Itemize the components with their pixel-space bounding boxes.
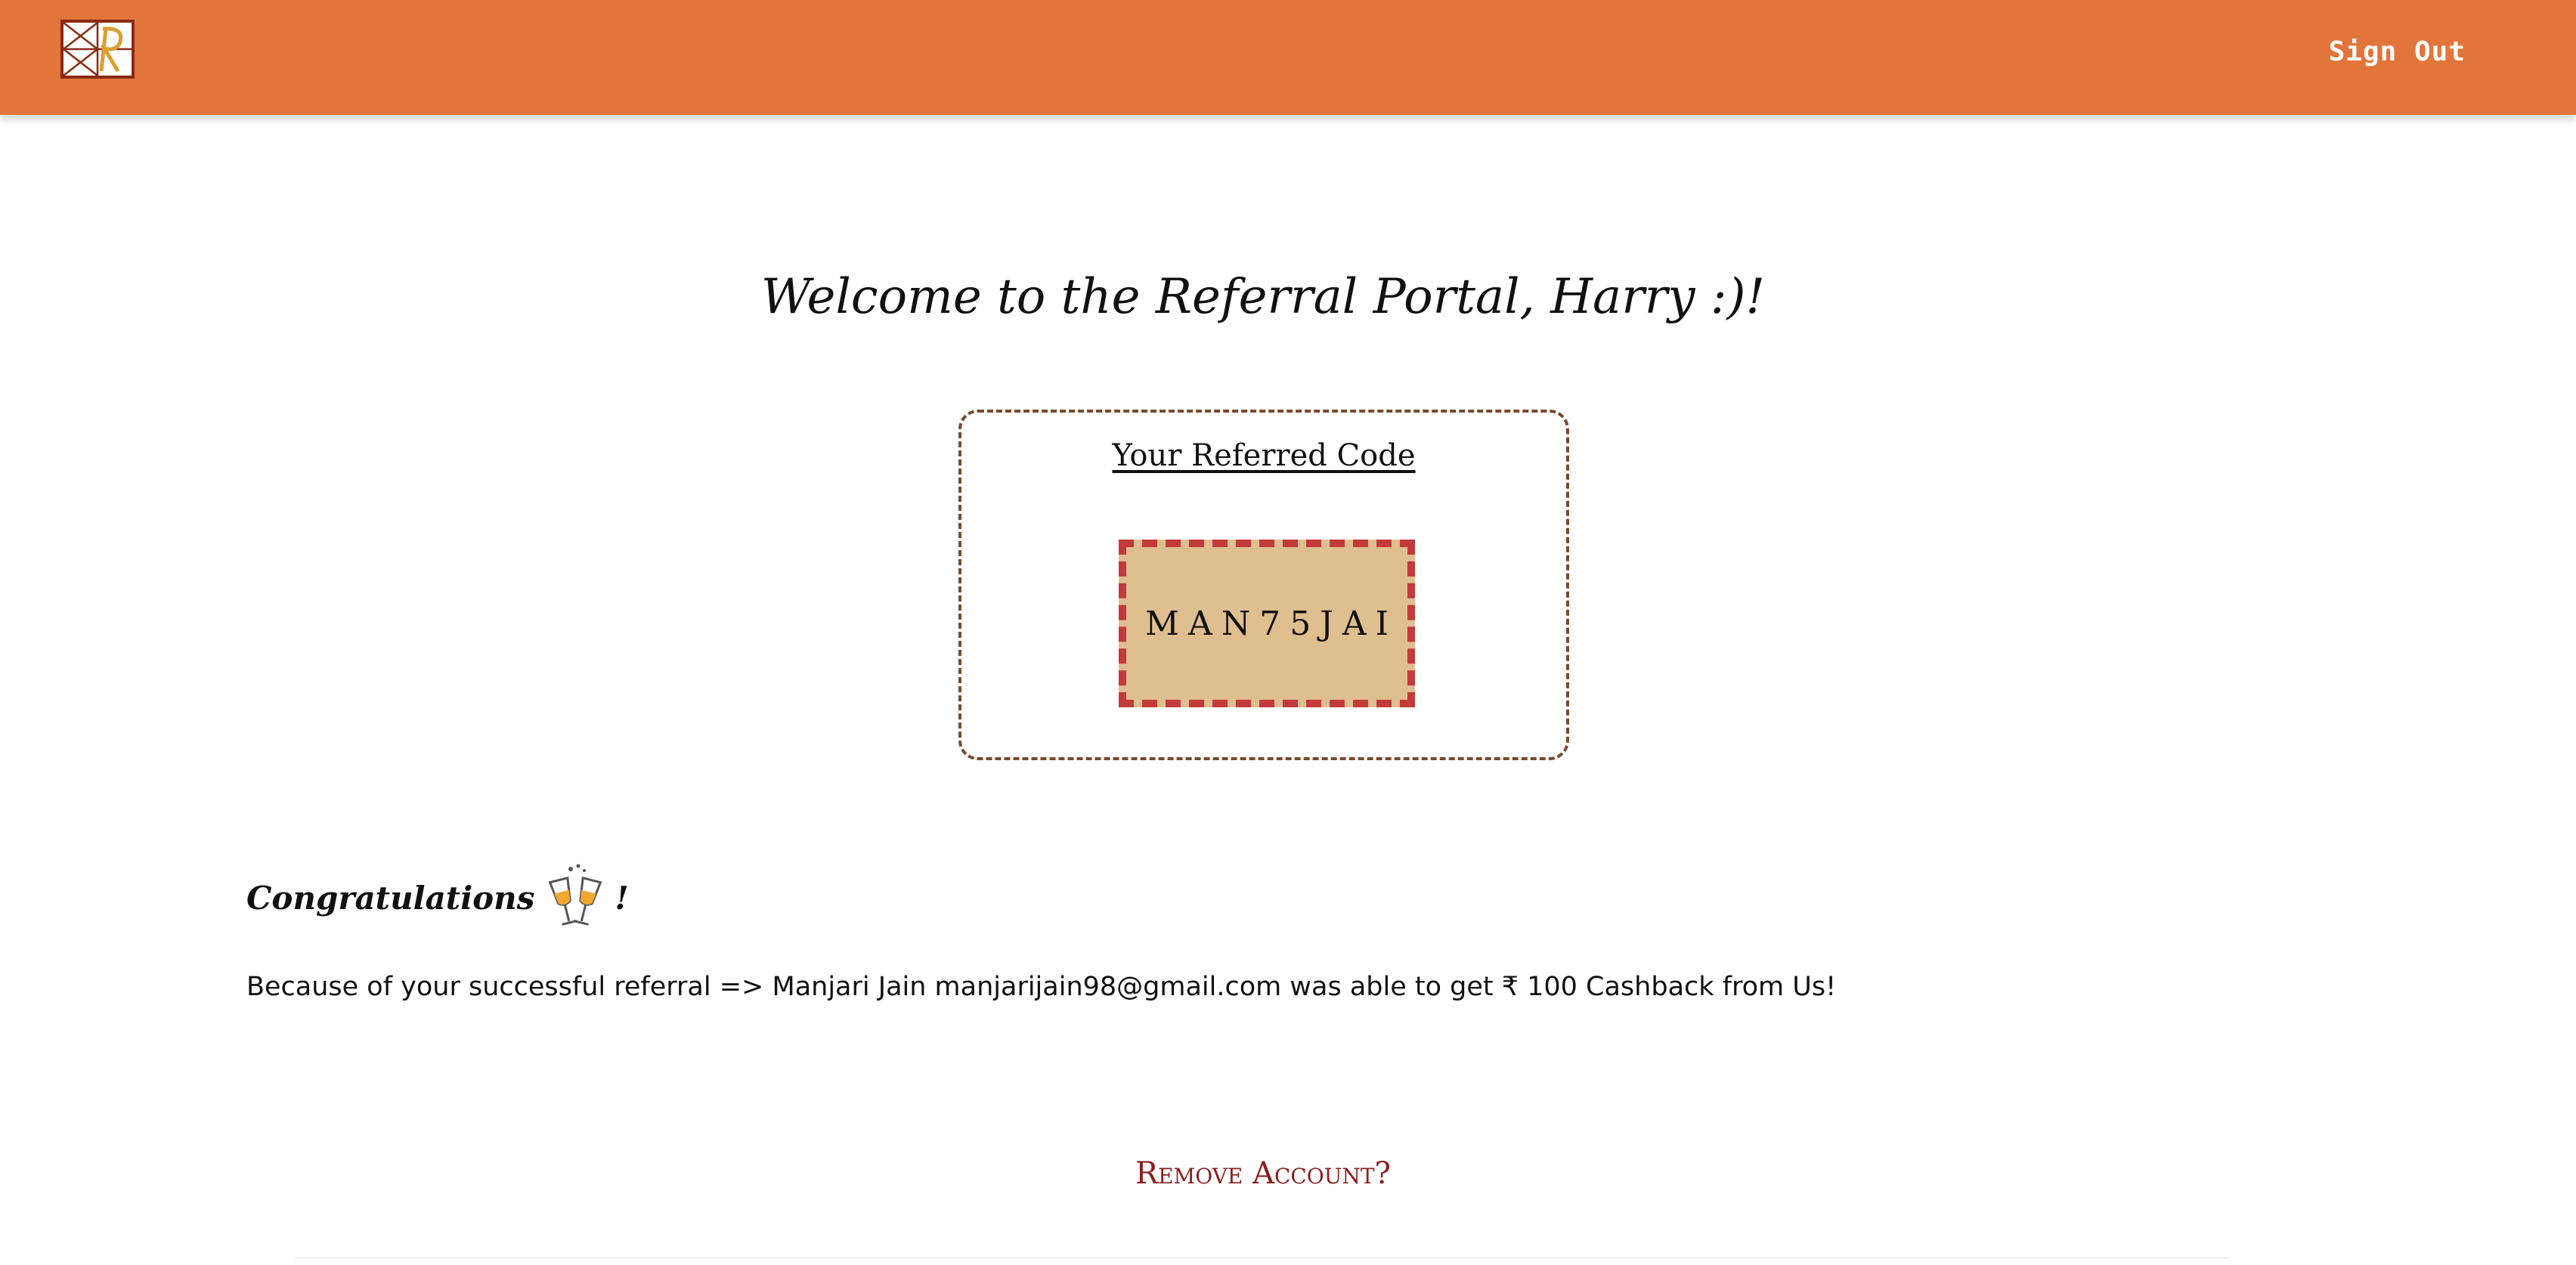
referral-success-message: Because of your successful referral => M… [246, 972, 1837, 1002]
remove-account-link[interactable]: Remove Account? [0, 1156, 2526, 1191]
referral-code-card: Your Referred Code MAN75JAI [958, 410, 1569, 760]
referral-code-box[interactable]: MAN75JAI [1119, 540, 1415, 707]
divider [295, 1257, 2230, 1259]
champagne-glasses-icon [540, 863, 610, 933]
sign-out-button[interactable]: Sign Out [2329, 36, 2466, 67]
congratulations-exclaim: ! [615, 879, 629, 917]
congratulations-heading: Congratulations ! [246, 863, 629, 933]
top-navbar: Sign Out [0, 0, 2576, 115]
congratulations-text: Congratulations [246, 879, 535, 917]
referral-code-value: MAN75JAI [1144, 604, 1398, 643]
page-title: Welcome to the Referral Portal, Harry :)… [760, 269, 1766, 325]
brand-logo-icon[interactable] [60, 20, 135, 79]
referral-code-title: Your Referred Code [1112, 438, 1416, 473]
